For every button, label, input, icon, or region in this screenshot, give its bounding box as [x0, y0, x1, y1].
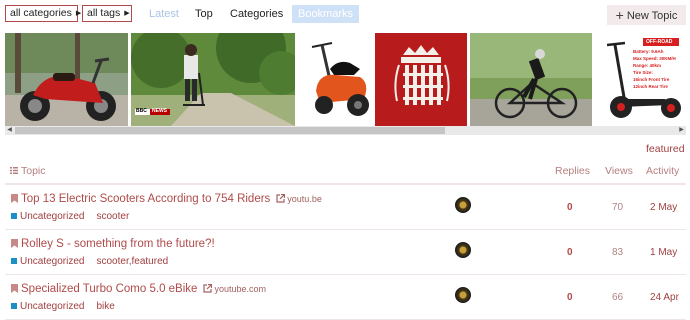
thumb-bbc-news-scooter[interactable]: BBC NEWS: [131, 33, 295, 126]
thumb-offroad-scooter-ad[interactable]: OFF-ROAD Battery: 9.6Ah Max Speed: 30KM/…: [595, 33, 686, 126]
ad-spec: Tire Size:: [633, 70, 653, 75]
topic-tags[interactable]: scooter,featured: [96, 256, 168, 267]
category-color-icon: [11, 213, 17, 219]
external-link-icon: [203, 284, 213, 293]
ad-spec: 12inch Rear Tire: [633, 84, 668, 89]
topic-category[interactable]: Uncategorized: [20, 256, 84, 267]
activity-date[interactable]: 1 May: [650, 247, 677, 258]
topic-list-header: Topic Replies Views Activity: [5, 158, 686, 185]
caret-right-icon: ▶: [75, 10, 82, 17]
ad-spec: 16inch Front Tire: [633, 77, 670, 82]
topic-domain-link[interactable]: youtube.com: [203, 284, 266, 294]
topic-meta: Uncategorized scooter,featured: [11, 256, 168, 267]
bbc-news-label: NEWS: [152, 108, 167, 114]
thumb-rolley-scooter[interactable]: [298, 33, 377, 126]
scrollbar-thumb[interactable]: [15, 127, 445, 134]
topic-title-line: Top 13 Electric Scooters According to 75…: [11, 193, 322, 205]
header-replies[interactable]: Replies: [555, 165, 590, 177]
topic-domain: youtube.com: [214, 284, 266, 294]
list-icon: [10, 167, 18, 174]
topic-title[interactable]: Rolley S - something from the future?!: [21, 238, 215, 250]
nav-latest[interactable]: Latest: [149, 5, 179, 23]
carousel-scrollbar[interactable]: ◀ ▶: [5, 126, 686, 135]
category-dropdown-label: all categories: [10, 7, 72, 19]
bookmark-icon[interactable]: [11, 239, 18, 248]
topic-meta: Uncategorized scooter: [11, 211, 129, 222]
ad-specs: Battery: 9.6Ah Max Speed: 30KM/H Range: …: [633, 48, 676, 90]
avatar[interactable]: [455, 287, 471, 303]
header-topic-label: Topic: [21, 165, 46, 177]
category-color-icon: [11, 258, 17, 264]
view-count: 66: [612, 292, 624, 303]
thumb-red-chopper-scooter[interactable]: [5, 33, 128, 126]
plus-icon: +: [615, 7, 624, 23]
reply-count: 0: [567, 247, 573, 258]
topic-domain: youtu.be: [287, 194, 322, 204]
tags-dropdown-label: all tags: [87, 7, 121, 19]
ad-banner: OFF-ROAD: [646, 39, 673, 45]
avatar[interactable]: [455, 197, 471, 213]
category-color-icon: [11, 303, 17, 309]
header-views[interactable]: Views: [605, 165, 633, 177]
bookmark-icon[interactable]: [11, 284, 18, 293]
ad-spec: Range: 40km: [633, 63, 662, 68]
reply-count: 0: [567, 292, 573, 303]
thumb-ebike-rider[interactable]: [470, 33, 592, 126]
thumb-portcullis-logo[interactable]: [375, 33, 467, 126]
avatar[interactable]: [455, 242, 471, 258]
activity-date[interactable]: 2 May: [650, 202, 677, 213]
topic-title[interactable]: Specialized Turbo Como 5.0 eBike: [21, 283, 197, 295]
ad-spec: Battery: 9.6Ah: [633, 49, 664, 54]
topic-meta: Uncategorized bike: [11, 301, 115, 312]
image-carousel[interactable]: BBC NEWS OFF-ROAD Battery: 9.6Ah Max Spe…: [5, 33, 686, 126]
activity-date[interactable]: 24 Apr: [650, 292, 679, 303]
scroll-left-arrow-icon[interactable]: ◀: [5, 126, 14, 135]
view-count: 70: [612, 202, 624, 213]
scroll-right-arrow-icon[interactable]: ▶: [677, 126, 686, 135]
topic-tags[interactable]: bike: [96, 301, 114, 312]
external-link-icon: [276, 194, 286, 203]
navigation-bar: all categories ▶ all tags ▶ Latest Top Cat…: [0, 0, 690, 30]
topic-category[interactable]: Uncategorized: [20, 211, 84, 222]
nav-bookmarks[interactable]: Bookmarks: [292, 5, 359, 23]
topic-row[interactable]: Specialized Turbo Como 5.0 eBike youtube.…: [5, 275, 686, 320]
bbc-badge: BBC: [136, 108, 147, 114]
featured-link[interactable]: featured: [646, 143, 685, 155]
header-topic[interactable]: Topic: [10, 165, 46, 177]
topic-category[interactable]: Uncategorized: [20, 301, 84, 312]
nav-top[interactable]: Top: [195, 5, 213, 23]
category-dropdown[interactable]: all categories ▶: [5, 5, 82, 22]
new-topic-button[interactable]: + New Topic: [607, 5, 686, 25]
ad-spec: Max Speed: 30KM/H: [633, 56, 676, 61]
topic-domain-link[interactable]: youtu.be: [276, 194, 322, 204]
bookmark-icon[interactable]: [11, 194, 18, 203]
caret-right-icon: ▶: [124, 10, 130, 17]
nav-categories[interactable]: Categories: [230, 5, 283, 23]
view-count: 83: [612, 247, 624, 258]
reply-count: 0: [567, 202, 573, 213]
topic-title-line: Specialized Turbo Como 5.0 eBike youtube.…: [11, 283, 266, 295]
topic-title[interactable]: Top 13 Electric Scooters According to 75…: [21, 193, 270, 205]
topic-row[interactable]: Top 13 Electric Scooters According to 75…: [5, 185, 686, 230]
new-topic-label: New Topic: [626, 10, 678, 22]
topic-tags[interactable]: scooter: [96, 211, 129, 222]
topic-title-line: Rolley S - something from the future?!: [11, 238, 215, 250]
header-activity[interactable]: Activity: [646, 165, 679, 177]
tags-dropdown[interactable]: all tags ▶: [82, 5, 132, 22]
topic-row[interactable]: Rolley S - something from the future?! U…: [5, 230, 686, 275]
